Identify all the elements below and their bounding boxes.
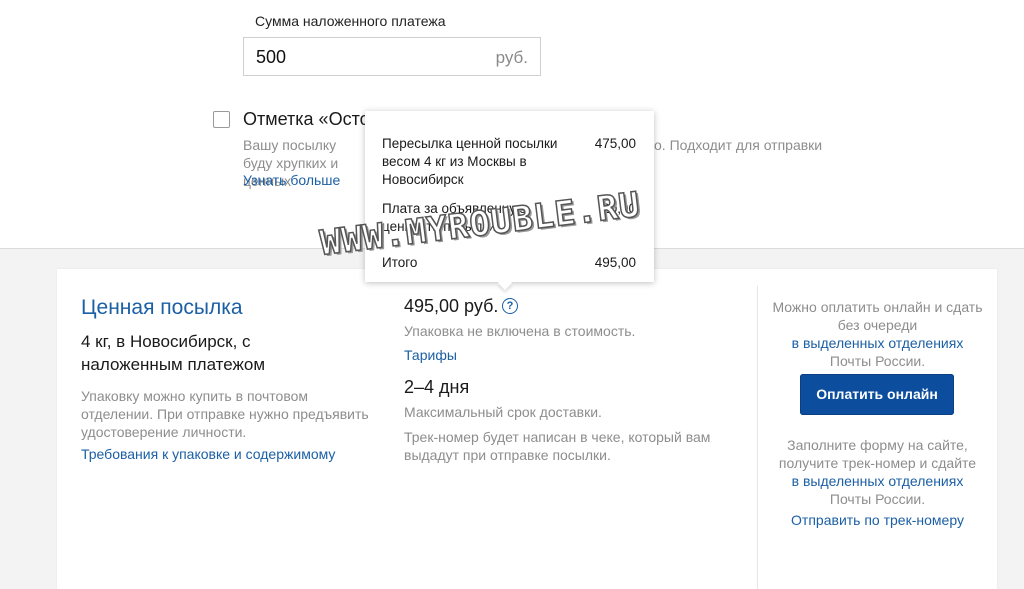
- tooltip-row-value: 475,00: [594, 136, 636, 151]
- total-price: 495,00 руб.: [404, 296, 499, 316]
- parcel-type-title: Ценная посылка: [81, 296, 243, 319]
- send-by-track-link[interactable]: Отправить по трек-номеру: [770, 512, 985, 528]
- online-payment-info: Можно оплатить онлайн и сдать без очеред…: [770, 298, 985, 370]
- requirements-link[interactable]: Требования к упаковке и содержимому: [81, 446, 335, 462]
- card-column-divider: [757, 286, 758, 589]
- form-online-text: Заполните форму на сайте, получите трек-…: [778, 437, 977, 471]
- tooltip-row-label: Пересылка ценной посылки весом 4 кг из М…: [382, 136, 558, 187]
- careful-description-right: о. Подходит для отправки: [654, 137, 823, 153]
- cod-amount-label: Сумма наложенного платежа: [255, 13, 446, 29]
- parcel-summary: 4 кг, в Новосибирск, с наложенным платеж…: [81, 332, 266, 374]
- pay-online-button[interactable]: Оплатить онлайн: [800, 374, 954, 415]
- learn-more-link[interactable]: Узнать больше: [243, 172, 340, 188]
- online-payment-text: Можно оплатить онлайн и сдать без очеред…: [772, 299, 983, 333]
- dedicated-offices-link-2[interactable]: в выделенных отделениях: [792, 473, 964, 489]
- help-icon[interactable]: ?: [502, 298, 518, 314]
- dedicated-offices-link[interactable]: в выделенных отделениях: [792, 335, 964, 351]
- tooltip-total-value: 495,00: [594, 255, 636, 270]
- form-online-text-end: Почты России.: [829, 491, 926, 507]
- cod-amount-unit: руб.: [495, 48, 528, 67]
- tooltip-total-label: Итого: [382, 255, 418, 270]
- careful-checkbox[interactable]: [213, 111, 230, 128]
- cod-amount-value[interactable]: 500: [256, 47, 286, 68]
- delivery-time: 2–4 дня: [404, 377, 470, 397]
- tariffs-link[interactable]: Тарифы: [404, 347, 457, 363]
- cod-amount-input[interactable]: 500 руб.: [243, 37, 541, 76]
- track-number-note: Трек-номер будет написан в чеке, который…: [404, 429, 711, 463]
- packaging-note: Упаковку можно купить в почтовом отделен…: [81, 388, 369, 440]
- careful-checkbox-label[interactable]: Отметка «Осто: [243, 109, 370, 130]
- online-payment-text-end: Почты России.: [829, 353, 926, 369]
- delivery-time-note: Максимальный срок доставки.: [404, 404, 602, 420]
- packaging-price-note: Упаковка не включена в стоимость.: [404, 323, 636, 339]
- form-online-info: Заполните форму на сайте, получите трек-…: [770, 436, 985, 508]
